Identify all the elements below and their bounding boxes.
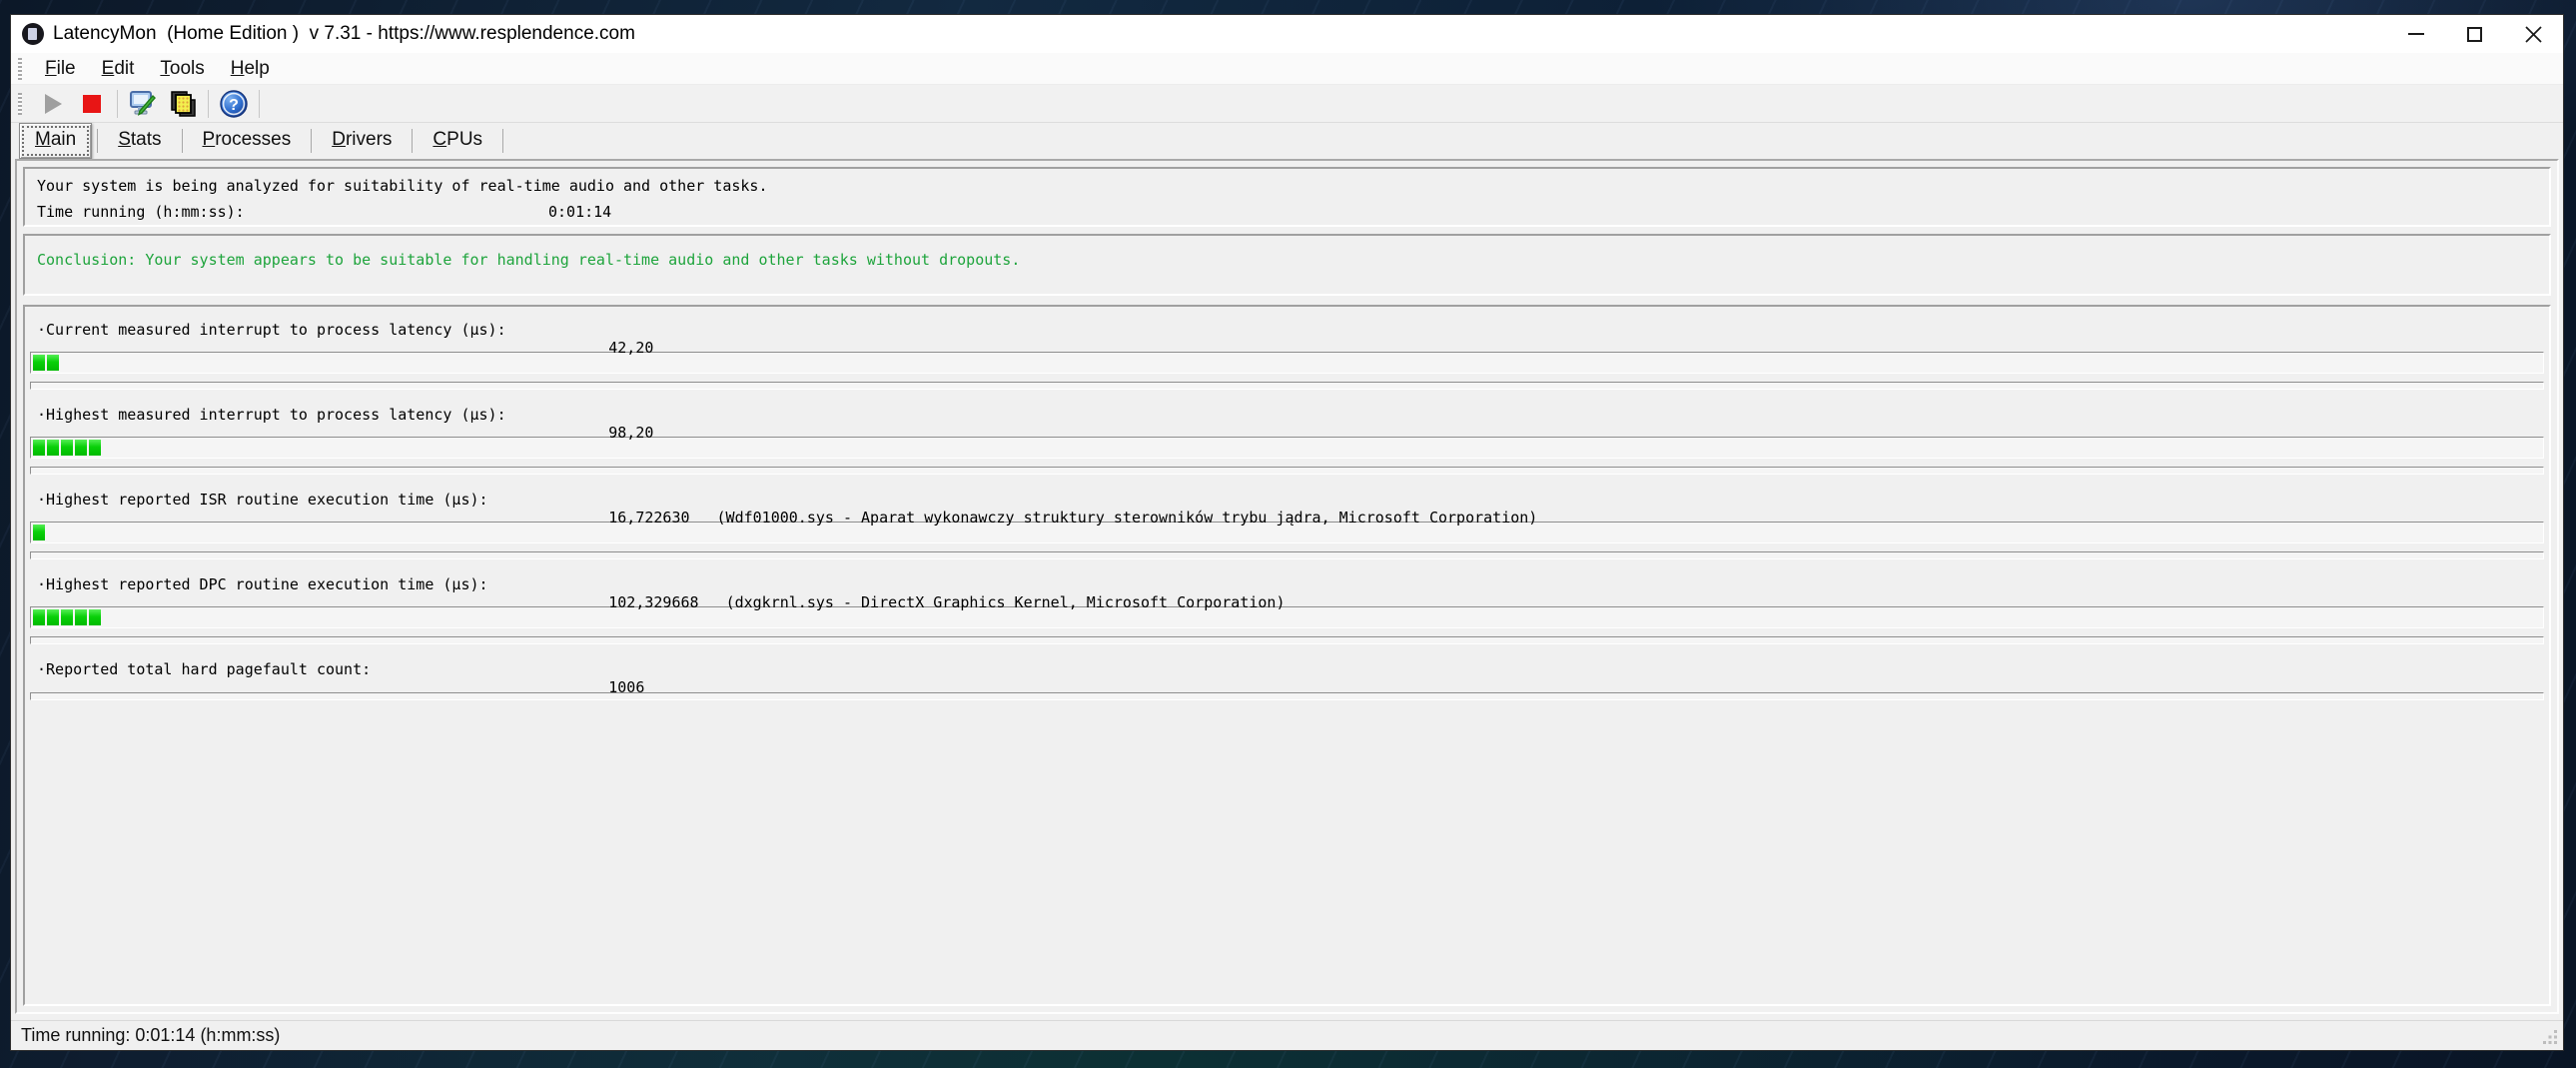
tabbar: Main Stats Processes Drivers CPUs <box>11 123 2563 159</box>
svg-text:?: ? <box>229 97 239 114</box>
metric-progress-bar <box>30 352 2544 374</box>
tab-separator <box>97 129 99 153</box>
toolbar-gripper[interactable] <box>18 92 22 115</box>
metric-group: ·Highest reported DPC routine execution … <box>25 563 2549 648</box>
metric-label: ·Highest measured interrupt to process l… <box>37 406 506 424</box>
help-button[interactable]: ? <box>214 87 254 121</box>
close-icon <box>2525 25 2542 43</box>
metric-secondary-bar <box>30 551 2544 559</box>
latencymon-window: LatencyMon (Home Edition ) v 7.31 - http… <box>10 14 2564 1051</box>
metric-secondary-bar <box>30 636 2544 644</box>
analysis-panel: Your system is being analyzed for suitab… <box>23 167 2551 227</box>
time-running-value: 0:01:14 <box>548 203 612 221</box>
metric-secondary-bar <box>30 467 2544 475</box>
menu-file[interactable]: File <box>32 55 89 83</box>
metric-detail: (Wdf01000.sys - Aparat wykonawczy strukt… <box>716 509 1538 527</box>
metric-secondary-bar <box>30 382 2544 390</box>
analysis-message: Your system is being analyzed for suitab… <box>37 177 768 195</box>
metric-label: ·Highest reported DPC routine execution … <box>37 575 488 593</box>
window-title: LatencyMon (Home Edition ) v 7.31 - http… <box>53 23 635 44</box>
stop-icon <box>83 94 101 113</box>
latencymon-logo-icon <box>22 23 44 45</box>
metric-value: 16,722630 <box>608 509 690 527</box>
metrics-panel: ·Current measured interrupt to process l… <box>23 305 2551 1006</box>
options-button[interactable] <box>123 87 163 121</box>
toolbar: ? <box>11 85 2563 123</box>
main-tab-page: Your system is being analyzed for suitab… <box>15 159 2559 1014</box>
metric-group: ·Highest reported ISR routine execution … <box>25 479 2549 563</box>
metric-secondary-bar <box>30 692 2544 700</box>
copy-report-icon <box>171 90 196 117</box>
maximize-icon <box>2467 26 2482 42</box>
tab-processes[interactable]: Processes <box>188 124 307 158</box>
tab-main[interactable]: Main <box>19 123 93 159</box>
metric-value: 98,20 <box>608 424 654 442</box>
play-icon <box>45 93 62 114</box>
maximize-button[interactable] <box>2445 15 2504 53</box>
metric-value: 102,329668 <box>608 593 699 611</box>
metric-label: ·Highest reported ISR routine execution … <box>37 491 488 509</box>
metric-progress-bar <box>30 437 2544 459</box>
tab-separator <box>412 129 414 153</box>
menu-edit[interactable]: Edit <box>89 55 148 83</box>
metric-value: 1006 <box>608 678 645 696</box>
help-icon: ? <box>220 89 248 118</box>
metric-group: ·Reported total hard pagefault count: 10… <box>25 648 2549 704</box>
tab-drivers[interactable]: Drivers <box>317 124 407 158</box>
metric-label: ·Reported total hard pagefault count: <box>37 660 372 678</box>
tab-stats[interactable]: Stats <box>103 124 176 158</box>
toolbar-separator <box>117 89 118 118</box>
metric-detail: (dxgkrnl.sys - DirectX Graphics Kernel, … <box>725 593 1286 611</box>
tab-separator <box>181 129 183 153</box>
close-button[interactable] <box>2504 15 2563 53</box>
resize-grip[interactable] <box>2543 1030 2558 1045</box>
options-monitor-icon <box>130 90 156 116</box>
tab-separator <box>502 129 504 153</box>
statusbar-text: Time running: 0:01:14 (h:mm:ss) <box>21 1025 281 1045</box>
metric-group: ·Current measured interrupt to process l… <box>25 309 2549 394</box>
start-monitor-button[interactable] <box>32 87 72 121</box>
tab-cpus[interactable]: CPUs <box>418 124 497 158</box>
metric-value: 42,20 <box>608 339 654 357</box>
stop-monitor-button[interactable] <box>72 87 112 121</box>
titlebar[interactable]: LatencyMon (Home Edition ) v 7.31 - http… <box>11 15 2563 53</box>
time-running-label: Time running (h:mm:ss): <box>37 203 245 221</box>
menu-help[interactable]: Help <box>218 55 283 83</box>
menu-tools[interactable]: Tools <box>147 55 217 83</box>
metric-label: ·Current measured interrupt to process l… <box>37 321 506 339</box>
conclusion-panel: Conclusion: Your system appears to be su… <box>23 234 2551 296</box>
tab-separator <box>311 129 313 153</box>
toolbar-separator <box>208 89 209 118</box>
window-controls <box>2386 15 2563 53</box>
menubar: File Edit Tools Help <box>11 53 2563 85</box>
metric-group: ·Highest measured interrupt to process l… <box>25 394 2549 479</box>
minimize-icon <box>2407 33 2424 35</box>
minimize-button[interactable] <box>2386 15 2445 53</box>
toolbar-separator <box>259 89 260 118</box>
metric-progress-bar <box>30 606 2544 628</box>
metrics-container: ·Current measured interrupt to process l… <box>25 309 2549 704</box>
statusbar: Time running: 0:01:14 (h:mm:ss) <box>11 1020 2563 1050</box>
copy-report-button[interactable] <box>163 87 203 121</box>
conclusion-message: Conclusion: Your system appears to be su… <box>37 251 1021 269</box>
menubar-gripper[interactable] <box>18 57 22 80</box>
